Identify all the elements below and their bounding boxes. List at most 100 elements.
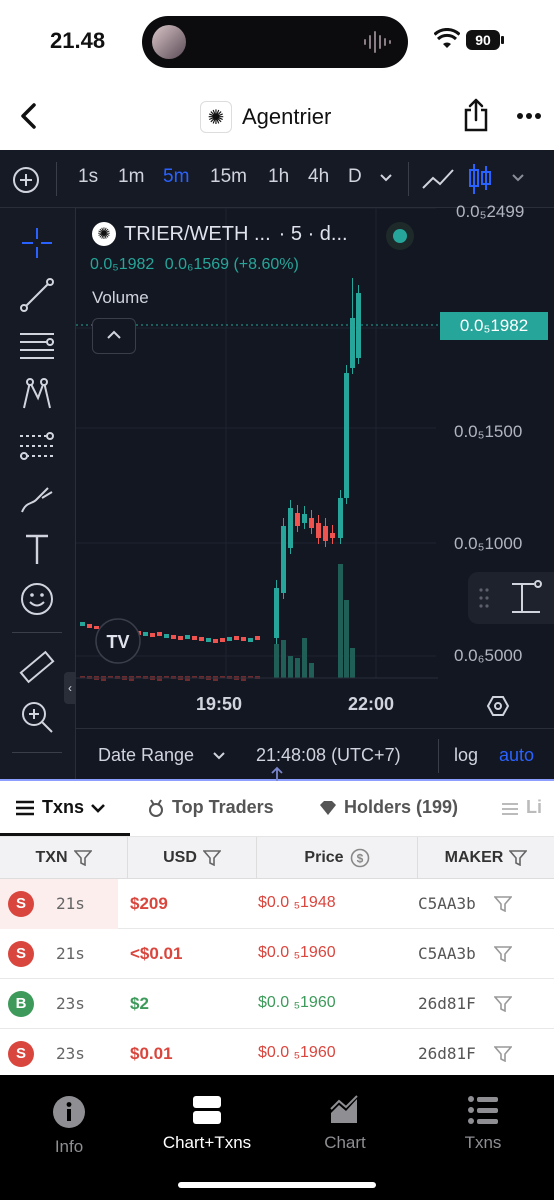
filter-icon[interactable] — [494, 896, 512, 912]
timeframe-d[interactable]: D — [348, 166, 362, 188]
add-indicator-icon[interactable] — [12, 166, 40, 194]
timeframe-5m[interactable]: 5m — [163, 166, 189, 188]
candle — [192, 636, 197, 640]
pattern-icon[interactable] — [18, 376, 56, 414]
text-tool-icon[interactable] — [18, 530, 56, 568]
txn-maker[interactable]: 26d81F — [418, 1044, 476, 1063]
chevron-down-icon[interactable] — [378, 172, 394, 184]
audio-wave-icon — [364, 31, 391, 53]
crosshair-icon[interactable] — [18, 224, 56, 262]
area-chart-icon — [330, 1095, 358, 1123]
info-icon — [53, 1096, 85, 1128]
tab-holders[interactable]: Holders (199) — [318, 797, 458, 818]
volume-label: Volume — [92, 288, 149, 307]
nav-chart-txns[interactable]: Chart+Txns — [152, 1095, 262, 1153]
tab-txns[interactable]: Txns — [14, 797, 106, 818]
txn-price: $0.0 ₅1948 — [258, 894, 336, 911]
trend-line-icon[interactable] — [18, 276, 56, 314]
emoji-icon[interactable] — [18, 580, 56, 618]
timeframe-4h[interactable]: 4h — [308, 166, 329, 188]
txn-maker[interactable]: 26d81F — [418, 994, 476, 1013]
ruler-icon[interactable] — [18, 648, 56, 686]
collapse-legend-button[interactable] — [92, 318, 136, 354]
nav-txns[interactable]: Txns — [428, 1095, 538, 1153]
parallel-lines-icon[interactable] — [18, 326, 56, 364]
candle — [178, 636, 183, 640]
table-row[interactable]: B 23s $2 $0.0 ₅1960 26d81F — [0, 979, 554, 1029]
line-chart-icon[interactable] — [420, 164, 456, 194]
filter-icon[interactable] — [494, 996, 512, 1012]
chevron-down-icon[interactable] — [510, 172, 526, 184]
auto-scale-toggle[interactable]: auto — [499, 745, 534, 766]
log-scale-toggle[interactable]: log — [454, 745, 478, 766]
txn-tabs: Txns Top Traders Holders (199) Li — [0, 781, 554, 837]
buy-badge: B — [8, 991, 34, 1017]
date-range-button[interactable]: Date Range — [98, 745, 194, 766]
tab-label: Li — [526, 797, 542, 817]
txn-age: 23s — [56, 1044, 85, 1063]
brush-icon[interactable] — [18, 480, 56, 518]
sell-badge: S — [8, 941, 34, 967]
volume-bar — [281, 640, 286, 678]
filter-icon[interactable] — [509, 850, 528, 866]
nav-label: Chart+Txns — [162, 1133, 252, 1152]
sell-badge: S — [8, 891, 34, 917]
volume-bar — [350, 648, 355, 678]
volume-bar — [338, 564, 343, 678]
currency-toggle-icon[interactable]: $ — [350, 848, 370, 868]
candle — [171, 635, 176, 639]
column-header-usd[interactable]: USD — [128, 837, 257, 879]
tab-label: Holders (199) — [344, 797, 459, 817]
toolbar-divider — [408, 162, 409, 196]
price-chart[interactable]: TV ✺ TRIER/WETH ... · 5 · d... 0.0₅1982 … — [76, 202, 554, 780]
medal-icon — [149, 798, 163, 817]
candle — [255, 636, 260, 640]
waves-icon — [502, 802, 518, 815]
table-row[interactable]: S 21s $209 $0.0 ₅1948 C5AA3b — [0, 879, 554, 929]
tab-liquidity[interactable]: Li — [500, 797, 542, 818]
collapse-tools-button[interactable]: ‹ — [64, 672, 76, 704]
txn-maker[interactable]: C5AA3b — [418, 944, 476, 963]
column-header-txn[interactable]: TXN — [0, 837, 128, 879]
toolbar-divider — [56, 162, 57, 196]
share-icon[interactable] — [462, 98, 490, 132]
settings-hex-icon[interactable] — [486, 694, 510, 718]
column-header-price[interactable]: Price $ — [257, 837, 418, 879]
volume-bar — [309, 663, 314, 678]
chevron-down-icon[interactable] — [212, 751, 226, 761]
column-header-maker[interactable]: MAKER — [418, 837, 554, 879]
table-row[interactable]: S 23s $0.01 $0.0 ₅1960 26d81F — [0, 1029, 554, 1079]
txn-price: $0.0 ₅1960 — [258, 944, 336, 961]
timeframe-1h[interactable]: 1h — [268, 166, 289, 188]
candle — [164, 634, 169, 638]
measure-tool-button[interactable] — [468, 572, 554, 624]
timeframe-15m[interactable]: 15m — [210, 166, 247, 188]
timeframe-1s[interactable]: 1s — [78, 166, 98, 188]
candles-icon[interactable] — [466, 162, 494, 196]
zoom-in-icon[interactable] — [18, 698, 56, 736]
candle — [199, 637, 204, 641]
column-header-label: TXN — [35, 849, 68, 866]
tab-top-traders[interactable]: Top Traders — [146, 797, 274, 818]
fib-retracement-icon[interactable] — [18, 428, 56, 466]
txn-maker[interactable]: C5AA3b — [418, 894, 476, 913]
chart-clock: 21:48:08 (UTC+7) — [256, 745, 401, 765]
nav-info[interactable]: Info — [14, 1095, 124, 1157]
table-row[interactable]: S 21s <$0.01 $0.0 ₅1960 C5AA3b — [0, 929, 554, 979]
filter-icon[interactable] — [494, 1046, 512, 1062]
txn-usd: <$0.01 — [130, 944, 183, 963]
filter-icon[interactable] — [73, 850, 92, 866]
drag-handle-icon[interactable] — [478, 586, 490, 610]
candle — [281, 526, 286, 593]
candle — [206, 638, 211, 642]
more-icon[interactable] — [516, 112, 542, 120]
candle — [157, 632, 162, 636]
txn-usd: $0.01 — [130, 1044, 173, 1063]
candle — [295, 513, 300, 526]
filter-icon[interactable] — [494, 946, 512, 962]
timeframe-1m[interactable]: 1m — [118, 166, 144, 188]
candle — [323, 526, 328, 541]
nav-chart[interactable]: Chart — [290, 1095, 400, 1153]
back-chevron-icon[interactable] — [16, 102, 42, 130]
filter-icon[interactable] — [202, 850, 221, 866]
